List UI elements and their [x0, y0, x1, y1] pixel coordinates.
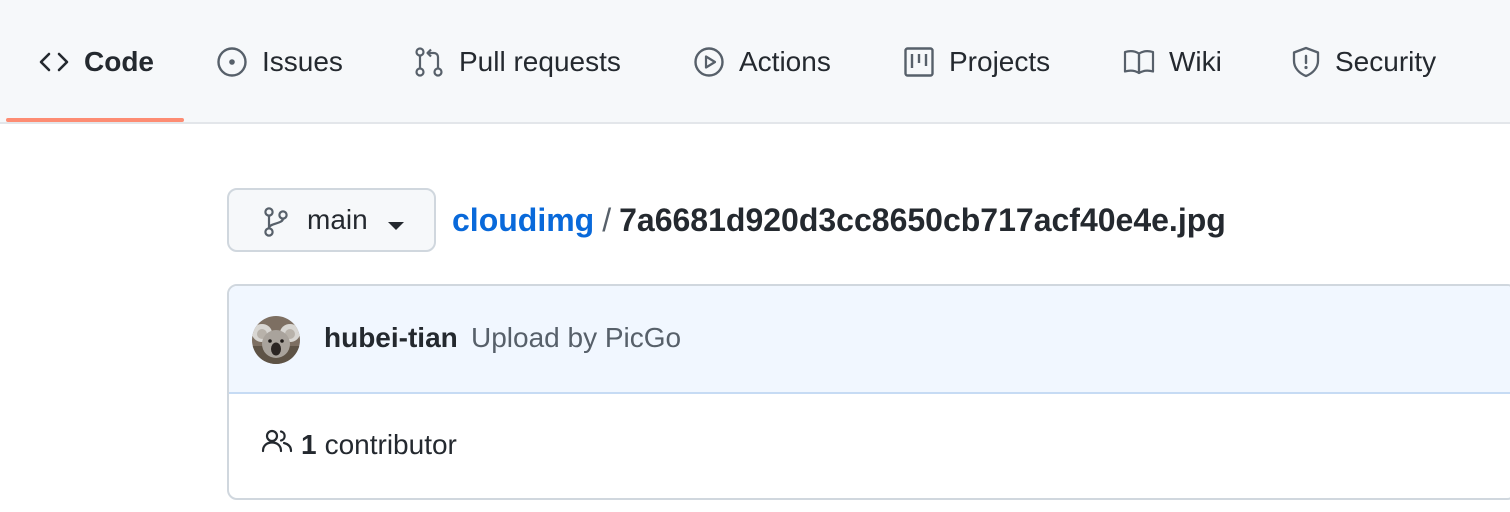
play-icon: [693, 46, 725, 78]
tab-actions[interactable]: Actions: [693, 0, 831, 124]
tab-wiki[interactable]: Wiki: [1123, 0, 1222, 124]
repo-nav: Code Issues Pull requests Actions Projec…: [0, 0, 1510, 124]
tab-issues[interactable]: Issues: [216, 0, 343, 124]
active-tab-indicator: [6, 118, 184, 122]
contributor-count: 1: [301, 428, 317, 460]
issue-opened-icon: [216, 46, 248, 78]
tab-pull-requests[interactable]: Pull requests: [413, 0, 621, 124]
tab-wiki-label: Wiki: [1169, 46, 1222, 77]
tab-projects[interactable]: Projects: [903, 0, 1050, 124]
file-commit-box: hubei-tian Upload by PicGo 1 contributor: [227, 284, 1510, 500]
tab-security[interactable]: Security: [1291, 0, 1436, 124]
people-icon: [261, 428, 293, 461]
breadcrumb-separator: /: [602, 202, 612, 238]
caret-down-icon: [387, 218, 405, 236]
commit-author-link[interactable]: hubei-tian: [324, 322, 458, 354]
branch-name: main: [307, 204, 368, 235]
code-icon: [38, 50, 70, 74]
breadcrumb: cloudimg/7a6681d920d3cc8650cb717acf40e4e…: [452, 198, 1226, 242]
tab-code[interactable]: Code: [38, 0, 154, 124]
branch-select-button[interactable]: main: [227, 188, 436, 252]
breadcrumb-repo-link[interactable]: cloudimg: [452, 202, 594, 238]
author-avatar[interactable]: [252, 316, 300, 364]
shield-icon: [1291, 46, 1321, 78]
git-pull-request-icon: [413, 46, 445, 78]
tab-code-label: Code: [84, 46, 154, 77]
tab-actions-label: Actions: [739, 46, 831, 77]
book-icon: [1123, 48, 1155, 76]
tab-projects-label: Projects: [949, 46, 1051, 77]
project-icon: [903, 46, 935, 78]
tab-issues-label: Issues: [262, 46, 343, 77]
contributors-summary[interactable]: 1 contributor: [261, 428, 457, 461]
contributor-label: contributor: [324, 428, 457, 460]
koala-avatar: [252, 316, 300, 364]
tab-pull-requests-label: Pull requests: [459, 46, 621, 77]
git-branch-icon: [263, 206, 289, 243]
tab-security-label: Security: [1335, 46, 1437, 77]
breadcrumb-file-name: 7a6681d920d3cc8650cb717acf40e4e.jpg: [619, 202, 1226, 238]
latest-commit-header: hubei-tian Upload by PicGo: [229, 286, 1510, 394]
commit-message-link[interactable]: Upload by PicGo: [471, 322, 681, 354]
